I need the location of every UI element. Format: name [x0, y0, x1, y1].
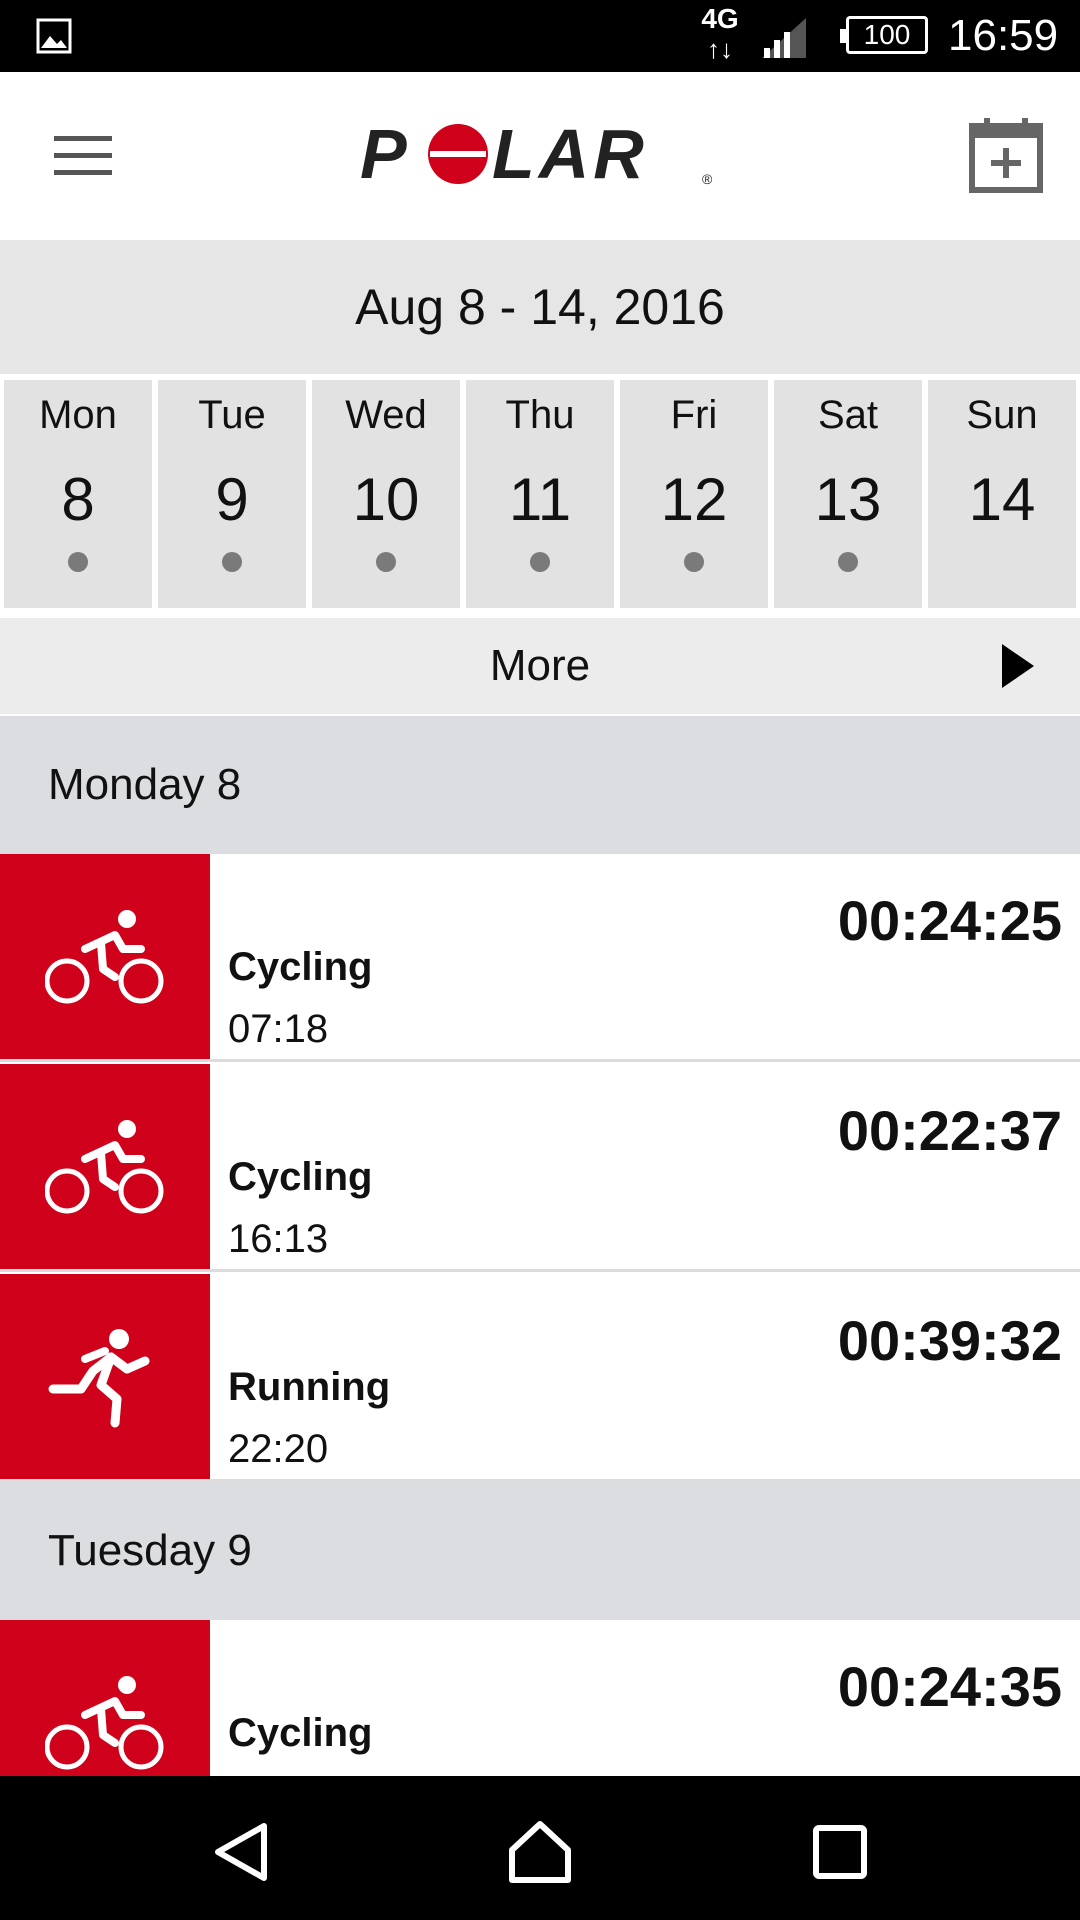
status-time: 16:59 — [948, 11, 1059, 60]
training-duration: 00:39:32 — [837, 1309, 1062, 1372]
day-number: 11 — [508, 466, 572, 533]
svg-text:P: P — [360, 120, 411, 190]
training-dot — [684, 552, 704, 572]
start-time: 22:20 — [228, 1427, 329, 1471]
sport-name: Running — [228, 1365, 391, 1409]
training-row[interactable]: 00:22:37 Cycling 16:13 — [0, 1064, 1080, 1272]
day-name: Sat — [817, 393, 879, 437]
day-name: Thu — [505, 393, 575, 437]
network-type: 4G — [701, 3, 739, 34]
play-arrow-icon — [1002, 644, 1034, 688]
day-name: Tue — [198, 393, 266, 437]
battery-icon: 100 — [840, 16, 928, 54]
day-section-header: Monday 8 — [0, 716, 1080, 854]
day-number: 10 — [352, 466, 420, 533]
menu-icon[interactable] — [54, 136, 112, 176]
polar-logo: P LAR ® — [360, 120, 713, 190]
sport-tile — [0, 1064, 210, 1269]
day-name: Fri — [670, 393, 718, 437]
day-tue[interactable]: Tue 9 — [158, 380, 306, 608]
day-number: 9 — [215, 466, 249, 533]
cycling-icon — [45, 910, 164, 1004]
back-icon[interactable] — [210, 1820, 274, 1884]
sport-tile — [0, 1274, 210, 1479]
training-row[interactable]: 00:24:35 Cycling — [0, 1620, 1080, 1776]
day-sat[interactable]: Sat 13 — [774, 380, 922, 608]
gallery-icon — [36, 18, 72, 54]
navigation-bar — [0, 1776, 1080, 1920]
day-number: 13 — [814, 466, 882, 533]
day-number: 8 — [61, 466, 95, 533]
training-row[interactable]: 00:39:32 Running 22:20 — [0, 1274, 1080, 1482]
add-calendar-icon[interactable] — [968, 118, 1044, 194]
start-time: 16:13 — [228, 1217, 329, 1261]
more-button[interactable]: More — [0, 618, 1080, 714]
sport-name: Cycling — [228, 1155, 373, 1199]
sport-tile — [0, 1620, 210, 1776]
day-thu[interactable]: Thu 11 — [466, 380, 614, 608]
training-duration: 00:22:37 — [837, 1099, 1062, 1162]
week-days: Mon 8 Tue 9 Wed 10 Thu 11 Fri 12 Sat 13 … — [0, 380, 1080, 610]
running-icon — [48, 1329, 150, 1428]
training-duration: 00:24:25 — [837, 889, 1062, 952]
day-fri[interactable]: Fri 12 — [620, 380, 768, 608]
battery-level: 100 — [863, 19, 911, 50]
sport-tile — [0, 854, 210, 1059]
day-section-header: Tuesday 9 — [0, 1482, 1080, 1620]
cycling-icon — [45, 1676, 164, 1770]
training-dot — [68, 552, 88, 572]
svg-text:LAR: LAR — [492, 120, 648, 190]
sport-name: Cycling — [228, 945, 373, 989]
training-dot — [838, 552, 858, 572]
week-range[interactable]: Aug 8 - 14, 2016 — [0, 240, 1080, 374]
svg-text:®: ® — [702, 171, 713, 187]
start-time: 07:18 — [228, 1007, 329, 1051]
day-number: 12 — [660, 466, 728, 533]
network-indicator: 4G ↑↓ — [698, 3, 742, 65]
training-dot — [530, 552, 550, 572]
training-dot — [376, 552, 396, 572]
day-name: Mon — [39, 393, 117, 437]
day-name: Wed — [345, 393, 427, 437]
day-mon[interactable]: Mon 8 — [4, 380, 152, 608]
day-sun[interactable]: Sun 14 — [928, 380, 1076, 608]
signal-icon — [762, 18, 806, 58]
training-dot — [222, 552, 242, 572]
recents-icon[interactable] — [808, 1820, 872, 1884]
more-label: More — [489, 641, 591, 690]
training-duration: 00:24:35 — [837, 1655, 1062, 1718]
day-wed[interactable]: Wed 10 — [312, 380, 460, 608]
day-number: 14 — [968, 466, 1036, 533]
cycling-icon — [45, 1120, 164, 1214]
day-name: Sun — [966, 393, 1038, 437]
sport-name: Cycling — [228, 1711, 373, 1755]
home-icon[interactable] — [508, 1820, 572, 1884]
status-bar: 4G ↑↓ 100 16:59 — [0, 0, 1080, 72]
training-row[interactable]: 00:24:25 Cycling 07:18 — [0, 854, 1080, 1062]
data-arrows-icon: ↑↓ — [707, 34, 733, 64]
